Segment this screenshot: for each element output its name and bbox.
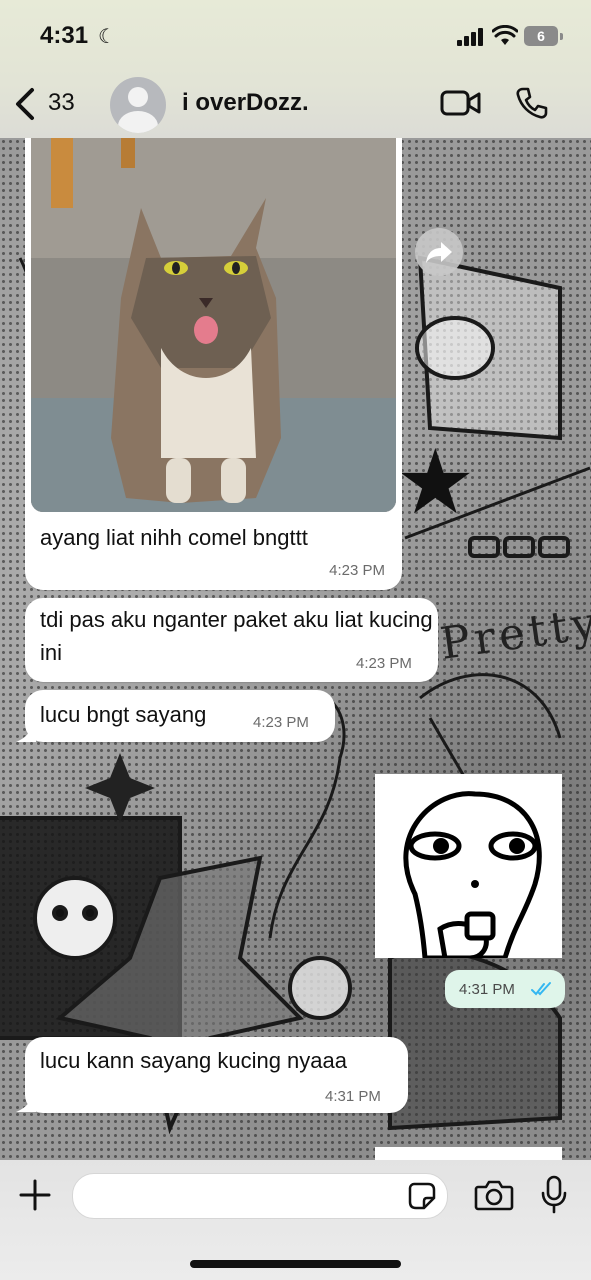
chevron-left-icon[interactable] [12,86,38,122]
message-image-bubble[interactable]: ayang liat nihh comel bngttt 4:23 PM [25,138,402,590]
forward-button[interactable] [415,228,463,276]
home-indicator[interactable] [190,1260,401,1268]
cat-photo-illustration [31,138,396,512]
next-sticker-partial [375,1147,562,1161]
avatar-body [118,111,158,133]
sent-time-badge: 4:31 PM [445,970,565,1008]
sticker-face-illustration [375,774,562,961]
plus-icon[interactable] [18,1178,52,1212]
chat-header: 4:31 ☾ 6 33 i overDozz. [0,0,591,138]
bubble-tail [16,1096,36,1112]
image-caption: ayang liat nihh comel bngttt [40,525,308,550]
status-time: 4:31 [40,22,89,49]
cat-photo[interactable] [31,138,396,512]
message-time: 4:23 PM [356,655,412,672]
message-bubble[interactable]: lucu kann sayang kucing nyaaa 4:31 PM [25,1037,408,1113]
battery-indicator: 6 [524,26,558,46]
double-check-icon [531,982,551,996]
message-text: lucu bngt sayang [40,702,207,727]
avatar-head [128,87,148,107]
phone-icon[interactable] [515,86,549,120]
sticker-icon[interactable] [408,1182,436,1210]
bubble-tail [16,726,36,742]
message-bubble[interactable]: tdi pas aku nganter paket aku liat kucin… [25,598,438,682]
wallpaper-star: ★ [395,433,476,533]
unread-count[interactable]: 33 [48,89,75,117]
message-time: 4:23 PM [329,562,385,579]
forward-icon [426,242,452,263]
microphone-icon[interactable] [540,1175,568,1215]
message-input[interactable] [72,1173,448,1219]
message-time: 4:23 PM [253,714,309,731]
message-input-bar [0,1160,591,1280]
cellular-signal-icon [457,28,485,46]
message-time: 4:31 PM [459,981,515,998]
message-text: lucu kann sayang kucing nyaaa [40,1048,347,1073]
video-camera-icon[interactable] [440,88,482,118]
battery-tip [560,33,563,40]
camera-icon[interactable] [474,1178,514,1212]
message-bubble[interactable]: lucu bngt sayang 4:23 PM [25,690,335,742]
message-time: 4:31 PM [325,1088,381,1105]
do-not-disturb-moon-icon: ☾ [98,26,116,48]
sticker-message[interactable] [375,774,562,961]
contact-name[interactable]: i overDozz. [182,89,309,117]
wifi-icon [492,25,518,45]
avatar[interactable] [110,77,166,133]
